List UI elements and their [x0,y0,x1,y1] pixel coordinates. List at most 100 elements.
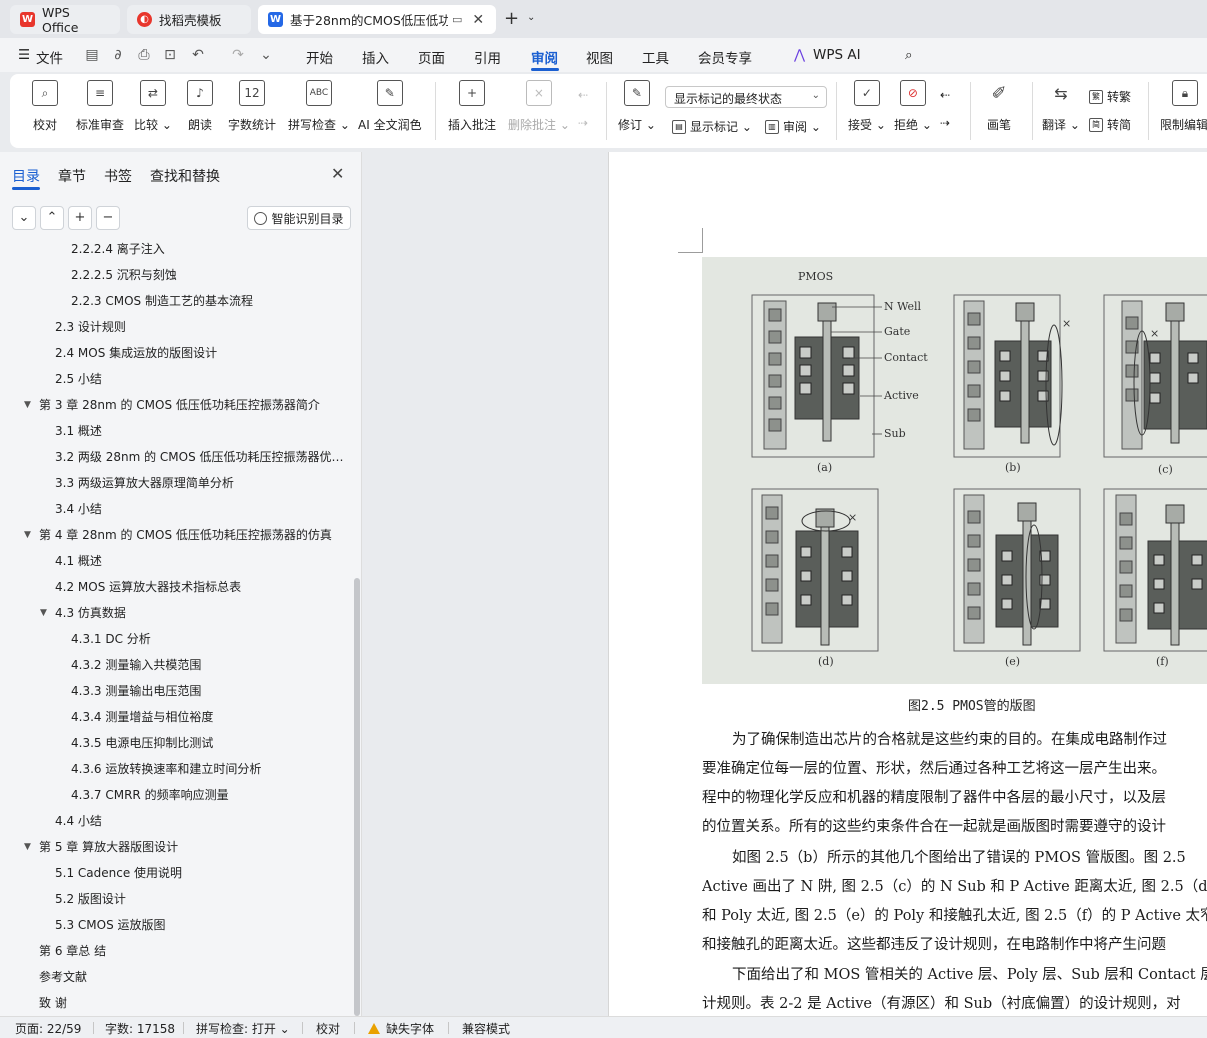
translate-button[interactable]: ⇆ 翻译 ⌄ [1042,80,1080,133]
toc-item[interactable]: 4.4 小结 [55,808,352,834]
toc-item[interactable]: 4.3.7 CMRR 的频率响应测量 [71,782,352,808]
toc-item[interactable]: 4.3.5 电源电压抑制比测试 [71,730,352,756]
toc-item[interactable]: 4.3.6 运放转换速率和建立时间分析 [71,756,352,782]
spell-check-button[interactable]: ABC 拼写检查 ⌄ [288,80,350,133]
save-icon[interactable]: ▤ [84,47,100,63]
toc-item[interactable]: 5.1 Cadence 使用说明 [55,860,352,886]
standard-review-button[interactable]: ≡ 标准审查 [76,80,124,133]
reject-button[interactable]: ⊘ 拒绝 ⌄ [894,80,932,133]
toc-item[interactable]: 2.2.3 CMOS 制造工艺的基本流程 [71,288,352,314]
toc-item[interactable]: 3.2 两级 28nm 的 CMOS 低压低功耗压控振荡器优… [55,444,352,470]
toc-item[interactable]: 4.3.3 测量输出电压范围 [71,678,352,704]
undo-icon[interactable]: ↶ [190,47,206,63]
markup-state-select[interactable]: 显示标记的最终状态 ⌄ [665,86,827,108]
word-count-button[interactable]: 12 字数统计 [228,80,276,133]
menu-home[interactable]: 开始 [306,47,333,67]
toc-scrollbar-thumb[interactable] [354,578,360,1016]
spell-check-status[interactable]: 拼写检查: 打开 ⌄ [196,1020,290,1037]
link-icon[interactable]: ∂ [110,47,126,63]
proofread-button[interactable]: ⌕ 校对 [32,80,58,133]
menu-tools[interactable]: 工具 [642,47,669,67]
toc-item[interactable]: 3.4 小结 [55,496,352,522]
to-simplified-button[interactable]: 简 转简 [1089,116,1131,133]
add-heading-button[interactable]: + [68,206,92,230]
print-icon[interactable]: ⎙ [136,47,152,63]
next-comment-icon[interactable]: ⇢ [578,116,588,130]
chevron-down-icon[interactable]: ⌄ [527,12,535,23]
toc-item[interactable]: 第 5 章 算放大器版图设计 [39,834,352,860]
toc-item[interactable]: 4.3 仿真数据 [55,600,352,626]
toc-item[interactable]: 4.1 概述 [55,548,352,574]
toc-item[interactable]: 3.3 两级运算放大器原理简单分析 [55,470,352,496]
menu-icon[interactable]: ☰ [18,47,30,63]
review-pane-button[interactable]: ▥ 审阅 ⌄ [765,118,821,135]
toc-item[interactable]: 5.2 版图设计 [55,886,352,912]
track-changes-button[interactable]: ✎ 修订 ⌄ [618,80,656,133]
tab-document[interactable]: W 基于28nm的CMOS低压低功耗 ▭ ✕ [258,5,496,34]
insert-comment-button[interactable]: + 插入批注 [448,80,496,133]
toc-item[interactable]: 4.3.4 测量增益与相位裕度 [71,704,352,730]
toc-item[interactable]: 2.2.2.4 离子注入 [71,238,352,262]
word-count-status[interactable]: 字数: 17158 [105,1020,175,1037]
menu-review[interactable]: 审阅 [531,47,558,67]
delete-comment-button[interactable]: × 删除批注 ⌄ [508,80,570,133]
previous-change-icon[interactable]: ⇠ [940,88,950,102]
menu-wps-ai[interactable]: WPS AI [813,47,861,63]
proofread-status[interactable]: 校对 [316,1020,340,1037]
toc-item[interactable]: 致 谢 [39,990,352,1016]
compare-button[interactable]: ⇄ 比较 ⌄ [134,80,172,133]
delete-comment-label: 删除批注 ⌄ [508,118,570,132]
missing-font-status[interactable]: 缺失字体 [368,1020,434,1037]
toc-item[interactable]: 第 4 章 28nm 的 CMOS 低压低功耗压控振荡器的仿真 [39,522,352,548]
menu-page[interactable]: 页面 [418,47,445,67]
close-tab-icon[interactable]: ✕ [472,12,484,28]
toc-item[interactable]: 3.1 概述 [55,418,352,444]
tab-docer-templates[interactable]: ◐ 找稻壳模板 [127,5,251,34]
menu-references[interactable]: 引用 [474,47,501,67]
ai-polish-button[interactable]: ✎ AI 全文润色 [358,80,422,133]
menu-member[interactable]: 会员专享 [698,47,752,67]
toc-item[interactable]: 5.3 CMOS 运放版图 [55,912,352,938]
toc-item[interactable]: 第 6 章总 结 [39,938,352,964]
menu-insert[interactable]: 插入 [362,47,389,67]
print-preview-icon[interactable]: ⊡ [162,47,178,63]
tab-wps-office[interactable]: W WPS Office [10,5,120,35]
collapse-caret-icon[interactable]: ▼ [24,842,31,852]
pen-button[interactable]: ✐ 画笔 [986,80,1012,133]
previous-comment-icon[interactable]: ⇠ [578,88,588,102]
tab-bookmarks[interactable]: 书签 [104,166,132,186]
toc-item[interactable]: 参考文献 [39,964,352,990]
to-traditional-button[interactable]: 繁 转繁 [1089,88,1131,105]
accept-button[interactable]: ✓ 接受 ⌄ [848,80,886,133]
tab-find-replace[interactable]: 查找和替换 [150,166,220,186]
page-indicator[interactable]: 页面: 22/59 [15,1020,81,1037]
toc-item[interactable]: 第 3 章 28nm 的 CMOS 低压低功耗压控振荡器简介 [39,392,352,418]
close-icon[interactable]: ✕ [331,164,344,183]
toc-item[interactable]: 4.3.1 DC 分析 [71,626,352,652]
collapse-caret-icon[interactable]: ▼ [24,400,31,410]
more-chevron-icon[interactable]: ⌄ [258,47,274,63]
read-aloud-button[interactable]: ♪ 朗读 [187,80,213,133]
search-icon[interactable]: ⌕ [905,47,913,63]
remove-heading-button[interactable]: − [96,206,120,230]
toc-item[interactable]: 2.3 设计规则 [55,314,352,340]
restrict-edit-button[interactable]: 🔒︎ 限制编辑 [1160,80,1207,133]
toc-item[interactable]: 2.2.2.5 沉积与刻蚀 [71,262,352,288]
collapse-caret-icon[interactable]: ▼ [24,530,31,540]
collapse-all-button[interactable]: ⌄ [12,206,36,230]
menu-view[interactable]: 视图 [586,47,613,67]
collapse-caret-icon[interactable]: ▼ [40,608,47,618]
toc-item[interactable]: 4.2 MOS 运算放大器技术指标总表 [55,574,352,600]
toc-item[interactable]: 4.3.2 测量输入共模范围 [71,652,352,678]
tab-sections[interactable]: 章节 [58,166,86,186]
tab-toc[interactable]: 目录 [12,166,40,186]
show-markup-button[interactable]: ▤ 显示标记 ⌄ [672,118,752,135]
menu-file[interactable]: 文件 [36,47,63,67]
toc-item[interactable]: 2.4 MOS 集成运放的版图设计 [55,340,352,366]
expand-up-button[interactable]: ⌃ [40,206,64,230]
next-change-icon[interactable]: ⇢ [940,116,950,130]
redo-icon[interactable]: ↷ [230,47,246,63]
smart-toc-button[interactable]: 智能识别目录 [247,206,351,230]
new-tab-button[interactable]: + [504,8,519,29]
toc-item[interactable]: 2.5 小结 [55,366,352,392]
